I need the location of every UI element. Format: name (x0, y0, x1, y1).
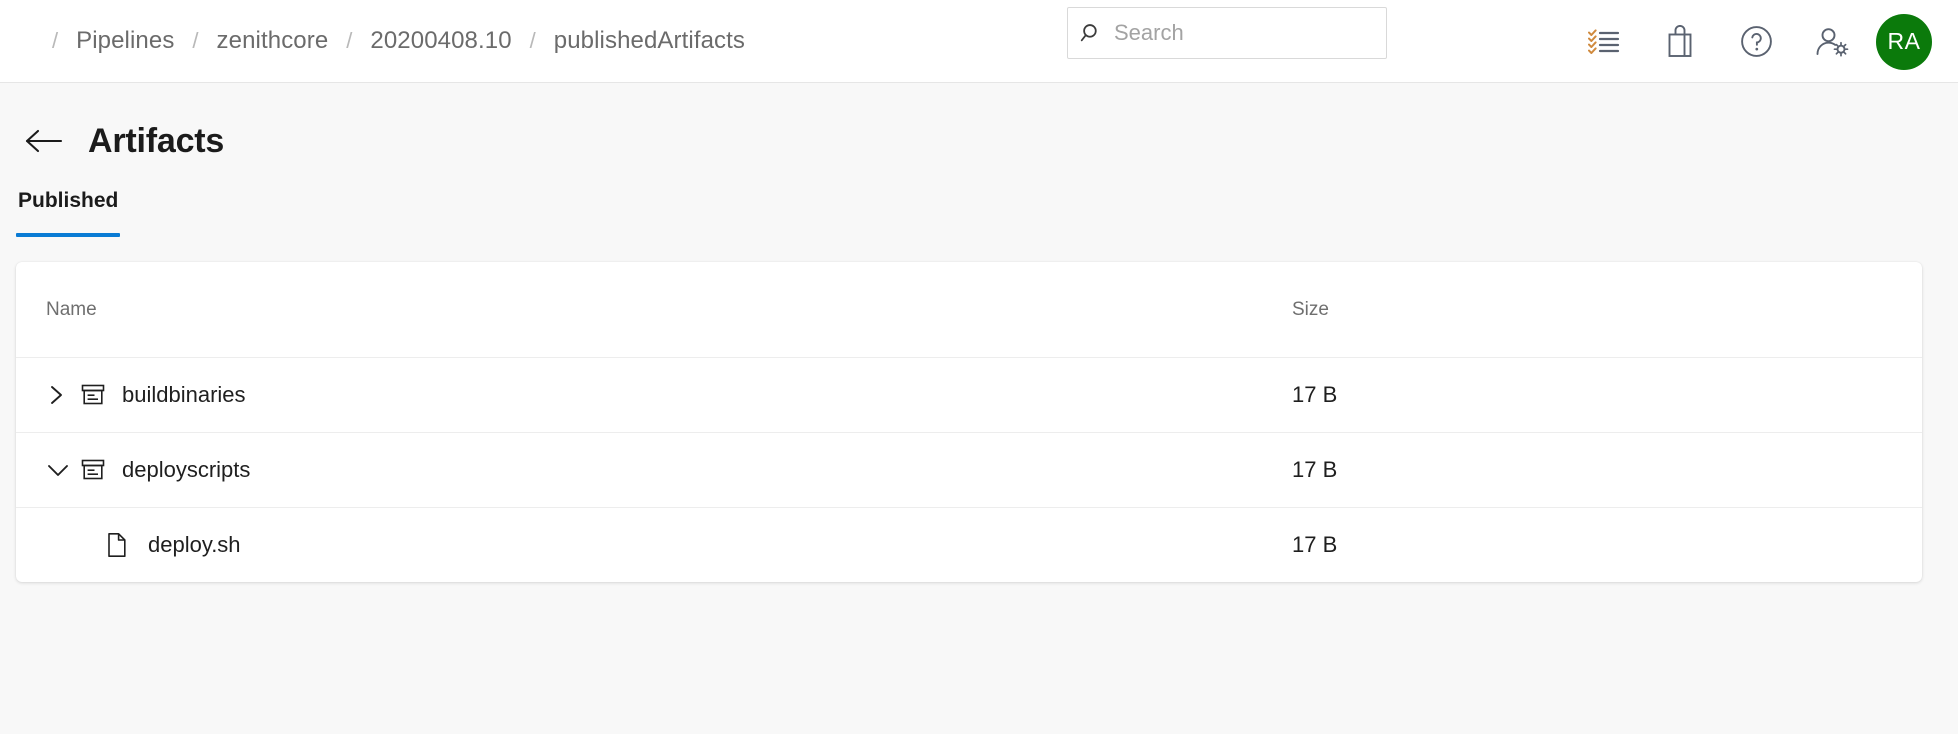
breadcrumb-item-published-artifacts[interactable]: publishedArtifacts (554, 27, 745, 55)
marketplace-bag-icon[interactable] (1642, 11, 1718, 73)
avatar[interactable]: RA (1876, 14, 1932, 70)
file-icon (106, 532, 148, 558)
breadcrumb-separator: / (512, 28, 554, 54)
breadcrumb-item-project[interactable]: zenithcore (217, 27, 329, 55)
checklist-icon[interactable] (1566, 11, 1642, 73)
table-header-row: Name Size (16, 262, 1922, 357)
top-navigation-bar: / Pipelines / zenithcore / 20200408.10 /… (0, 0, 1958, 83)
table-row[interactable]: deploy.sh 17 B (16, 507, 1922, 582)
breadcrumb-item-pipelines[interactable]: Pipelines (76, 27, 174, 55)
page-header: Artifacts (0, 83, 1958, 161)
table-row[interactable]: buildbinaries 17 B (16, 357, 1922, 432)
breadcrumb: / Pipelines / zenithcore / 20200408.10 /… (0, 0, 745, 82)
column-header-name[interactable]: Name (46, 299, 1292, 321)
table-row[interactable]: deployscripts 17 B (16, 432, 1922, 507)
artifacts-table: Name Size buildbinaries 17 B (16, 262, 1922, 582)
page-title: Artifacts (88, 122, 224, 161)
artifact-file-name[interactable]: deploy.sh (148, 532, 241, 558)
help-question-icon[interactable] (1718, 11, 1794, 73)
artifact-name[interactable]: buildbinaries (122, 382, 246, 408)
user-settings-icon[interactable] (1794, 11, 1870, 73)
search-input[interactable] (1114, 8, 1386, 58)
breadcrumb-separator: / (328, 28, 370, 54)
chevron-down-icon[interactable] (46, 460, 80, 480)
breadcrumb-item-build[interactable]: 20200408.10 (370, 27, 511, 55)
tab-published[interactable]: Published (16, 189, 120, 237)
artifact-size: 17 B (1292, 457, 1892, 483)
package-icon (80, 458, 122, 482)
tab-selected-underline (16, 233, 120, 237)
avatar-initials: RA (1888, 28, 1921, 55)
search-icon (1068, 21, 1114, 46)
chevron-right-icon[interactable] (46, 383, 80, 407)
back-arrow-icon[interactable] (22, 119, 66, 163)
tab-list: Published (0, 189, 1958, 237)
column-header-size[interactable]: Size (1292, 299, 1892, 321)
top-actions: RA (1566, 0, 1958, 83)
tab-published-label: Published (18, 189, 118, 212)
search-box[interactable] (1067, 7, 1387, 59)
package-icon (80, 383, 122, 407)
breadcrumb-separator-leading: / (34, 28, 76, 54)
artifact-name[interactable]: deployscripts (122, 457, 250, 483)
breadcrumb-separator: / (174, 28, 216, 54)
artifact-size: 17 B (1292, 532, 1892, 558)
artifact-size: 17 B (1292, 382, 1892, 408)
